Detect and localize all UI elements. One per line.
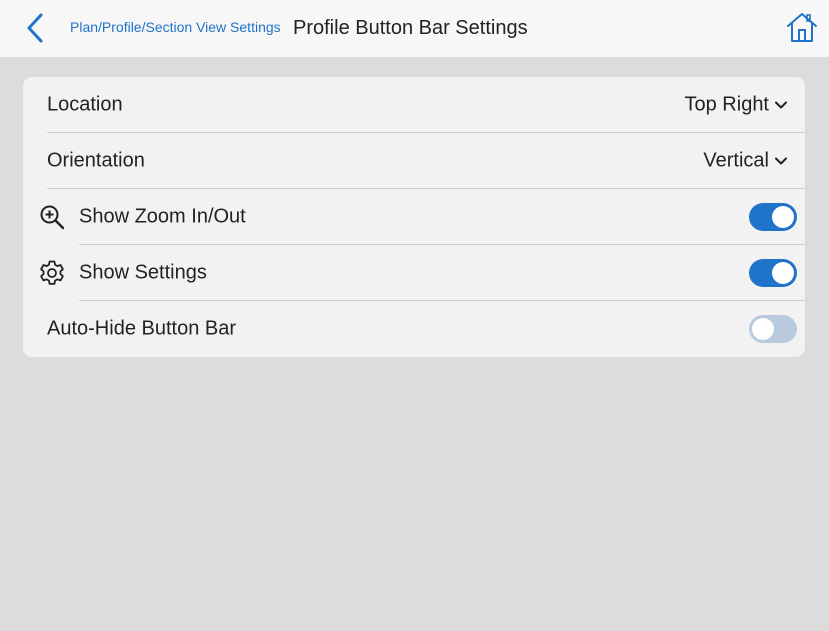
home-button[interactable] bbox=[785, 10, 819, 44]
chevron-down-icon bbox=[775, 157, 787, 164]
location-value: Top Right bbox=[684, 93, 770, 116]
location-dropdown[interactable]: Top Right bbox=[684, 93, 787, 117]
back-button[interactable] bbox=[18, 8, 54, 48]
zoom-row: Show Zoom In/Out bbox=[23, 189, 805, 245]
home-icon bbox=[787, 13, 817, 42]
chevron-down-icon bbox=[775, 101, 787, 108]
orientation-label: Orientation bbox=[47, 149, 145, 172]
location-row: Location Top Right bbox=[23, 77, 805, 133]
page-title: Profile Button Bar Settings bbox=[293, 17, 528, 39]
toggle-knob bbox=[752, 318, 774, 340]
show-settings-row: Show Settings bbox=[23, 245, 805, 301]
show-settings-label: Show Settings bbox=[79, 261, 207, 284]
gear-icon bbox=[38, 259, 66, 287]
orientation-dropdown[interactable]: Vertical bbox=[703, 150, 787, 173]
zoom-in-icon bbox=[38, 203, 66, 231]
toggle-knob bbox=[772, 206, 794, 228]
orientation-value: Vertical bbox=[703, 149, 769, 172]
toggle-knob bbox=[772, 262, 794, 284]
show-settings-toggle[interactable] bbox=[749, 259, 797, 287]
chevron-left-icon bbox=[27, 13, 43, 43]
auto-hide-row: Auto-Hide Button Bar bbox=[23, 301, 805, 357]
settings-card: Location Top Right Orientation Vertical bbox=[23, 77, 805, 357]
header-bar: Plan/Profile/Section View Settings Profi… bbox=[0, 0, 829, 57]
zoom-label: Show Zoom In/Out bbox=[79, 205, 246, 228]
orientation-row: Orientation Vertical bbox=[23, 133, 805, 189]
zoom-toggle[interactable] bbox=[749, 203, 797, 231]
breadcrumb-link[interactable]: Plan/Profile/Section View Settings bbox=[70, 19, 281, 35]
location-label: Location bbox=[47, 93, 123, 116]
auto-hide-toggle[interactable] bbox=[749, 315, 797, 343]
auto-hide-label: Auto-Hide Button Bar bbox=[47, 317, 236, 340]
